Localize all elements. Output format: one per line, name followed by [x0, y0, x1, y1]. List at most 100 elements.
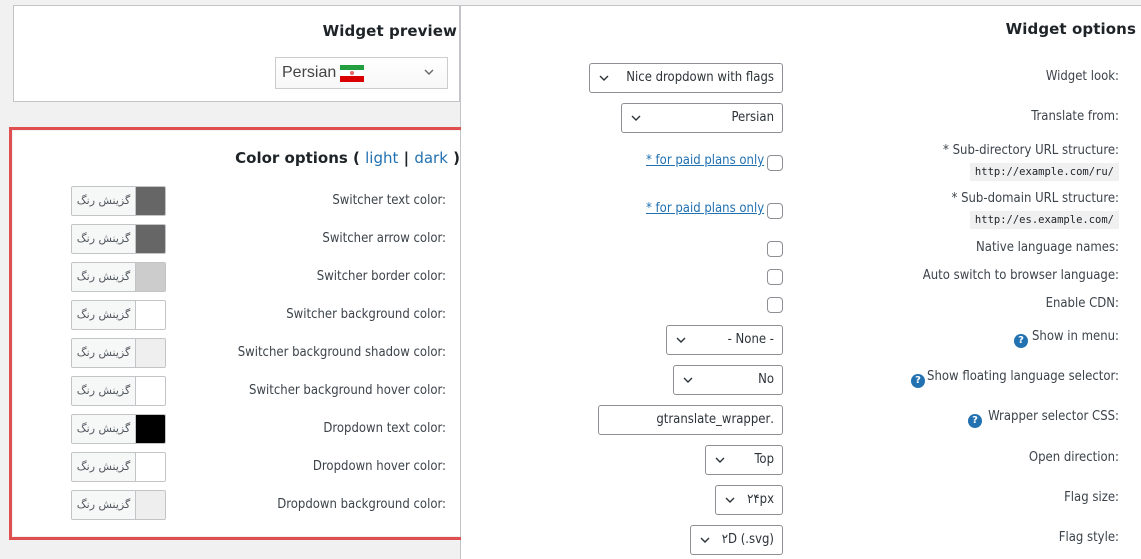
- color-option-row: گزینش رنگ Switcher text color:: [13, 186, 460, 216]
- chevron-down-icon: [724, 494, 736, 506]
- flag-style-label: Flag style:: [1058, 530, 1119, 545]
- iran-flag-icon: [340, 64, 365, 82]
- help-icon[interactable]: ?: [911, 374, 925, 388]
- flag-style-value: ۲D (.svg): [721, 532, 774, 547]
- color-option-label: Switcher arrow color:: [322, 231, 446, 246]
- floating-selector-select[interactable]: No: [673, 365, 783, 395]
- native-names-label: Native language names:: [976, 240, 1119, 255]
- flag-size-label: Flag size:: [1064, 490, 1119, 505]
- color-picker-label: گزینش رنگ: [76, 498, 131, 511]
- color-option-row: گزینش رنگ Switcher background shadow colo…: [13, 338, 460, 368]
- color-option-row: گزینش رنگ Switcher background hover color…: [13, 376, 460, 406]
- color-picker-label: گزینش رنگ: [76, 194, 131, 207]
- wrapper-css-input[interactable]: .gtranslate_wrapper: [598, 405, 783, 435]
- color-swatch: [135, 377, 165, 405]
- color-option-label: Switcher background shadow color:: [237, 345, 446, 360]
- color-option-row: گزینش رنگ Switcher arrow color:: [13, 224, 460, 254]
- color-swatch: [135, 263, 165, 291]
- color-swatch: [135, 339, 165, 367]
- translate-from-value: Persian: [731, 110, 774, 125]
- color-option-label: Switcher background hover color:: [249, 383, 446, 398]
- chevron-down-icon: [630, 112, 642, 124]
- flag-style-select[interactable]: ۲D (.svg): [690, 525, 783, 555]
- widget-options-panel: Widget options Widget look: Nice dropdow…: [461, 5, 1141, 559]
- chevron-down-icon: [423, 66, 435, 78]
- color-picker-button[interactable]: گزینش رنگ: [71, 338, 166, 368]
- preview-language-dropdown[interactable]: Persian: [275, 57, 448, 89]
- color-swatch: [135, 453, 165, 481]
- help-icon[interactable]: ?: [1014, 334, 1028, 348]
- color-picker-button[interactable]: گزینش رنگ: [71, 300, 166, 330]
- widget-look-select[interactable]: Nice dropdown with flags: [589, 63, 783, 93]
- preview-language-label: Persian: [282, 64, 337, 81]
- floating-selector-value: No: [758, 372, 774, 387]
- color-picker-label: گزینش رنگ: [76, 270, 131, 283]
- sub-domain-checkbox[interactable]: [767, 203, 783, 219]
- sub-domain-paid-link[interactable]: * for paid plans only: [646, 201, 764, 216]
- chevron-down-icon: [675, 334, 687, 346]
- color-option-label: Dropdown text color:: [323, 421, 446, 436]
- auto-switch-label: Auto switch to browser language:: [922, 268, 1119, 283]
- open-direction-select[interactable]: Top: [705, 445, 783, 475]
- sub-domain-label: * Sub-domain URL structure:: [951, 191, 1119, 206]
- color-picker-label: گزینش رنگ: [76, 232, 131, 245]
- color-option-label: Dropdown background color:: [277, 497, 446, 512]
- color-option-label: Dropdown hover color:: [312, 459, 446, 474]
- enable-cdn-checkbox[interactable]: [767, 297, 783, 313]
- open-direction-value: Top: [754, 452, 774, 467]
- color-option-label: Switcher border color:: [316, 269, 446, 284]
- theme-separator: |: [403, 149, 410, 167]
- translate-from-select[interactable]: Persian: [621, 103, 783, 133]
- chevron-down-icon: [682, 374, 694, 386]
- show-in-menu-select[interactable]: - None -: [666, 325, 783, 355]
- flag-size-select[interactable]: ۲۴px: [715, 485, 783, 515]
- floating-selector-label: Show floating language selector:: [927, 369, 1119, 384]
- light-theme-link[interactable]: light: [365, 149, 398, 167]
- auto-switch-checkbox[interactable]: [767, 269, 783, 285]
- color-option-row: گزینش رنگ Dropdown background color:: [13, 490, 460, 520]
- widget-look-label: Widget look:: [1045, 69, 1119, 84]
- color-picker-label: گزینش رنگ: [76, 384, 131, 397]
- show-in-menu-value: - None -: [727, 332, 774, 347]
- color-picker-label: گزینش رنگ: [76, 308, 131, 321]
- color-swatch: [135, 225, 165, 253]
- color-picker-button[interactable]: گزینش رنگ: [71, 376, 166, 406]
- sub-directory-paid-link[interactable]: * for paid plans only: [646, 153, 764, 168]
- sub-directory-example: http://example.com/ru/: [969, 163, 1119, 181]
- widget-preview-panel: Widget preview Persian: [13, 5, 460, 102]
- translate-from-label: Translate from:: [1031, 109, 1119, 124]
- color-options-panel: Color options ( light | dark ) گزینش رنگ…: [13, 131, 460, 536]
- help-icon[interactable]: ?: [968, 414, 982, 428]
- flag-size-value: ۲۴px: [747, 492, 774, 507]
- color-options-title: Color options ( light | dark ): [235, 149, 460, 167]
- enable-cdn-label: Enable CDN:: [1045, 296, 1119, 311]
- dark-theme-link[interactable]: dark: [414, 149, 448, 167]
- color-swatch: [135, 187, 165, 215]
- color-picker-button[interactable]: گزینش رنگ: [71, 414, 166, 444]
- wrapper-css-value: .gtranslate_wrapper: [656, 412, 774, 427]
- color-picker-button[interactable]: گزینش رنگ: [71, 452, 166, 482]
- color-option-row: گزینش رنگ Dropdown hover color:: [13, 452, 460, 482]
- color-picker-button[interactable]: گزینش رنگ: [71, 262, 166, 292]
- color-option-row: گزینش رنگ Dropdown text color:: [13, 414, 460, 444]
- native-names-checkbox[interactable]: [767, 241, 783, 257]
- color-picker-label: گزینش رنگ: [76, 460, 131, 473]
- widget-options-title: Widget options: [1005, 20, 1136, 38]
- close-paren: ): [453, 149, 460, 167]
- color-picker-button[interactable]: گزینش رنگ: [71, 490, 166, 520]
- chevron-down-icon: [598, 72, 610, 84]
- wrapper-css-label: Wrapper selector CSS:: [988, 409, 1119, 424]
- sub-directory-label: * Sub-directory URL structure:: [943, 143, 1119, 158]
- color-option-label: Switcher text color:: [332, 193, 446, 208]
- color-picker-button[interactable]: گزینش رنگ: [71, 186, 166, 216]
- color-option-row: گزینش رنگ Switcher border color:: [13, 262, 460, 292]
- show-in-menu-label: Show in menu:: [1031, 329, 1119, 344]
- chevron-down-icon: [714, 454, 726, 466]
- color-options-heading: Color options (: [235, 149, 360, 167]
- color-swatch: [135, 491, 165, 519]
- sub-domain-example: http://es.example.com/: [969, 211, 1119, 229]
- color-picker-label: گزینش رنگ: [76, 346, 131, 359]
- sub-directory-checkbox[interactable]: [767, 155, 783, 171]
- color-picker-label: گزینش رنگ: [76, 422, 131, 435]
- color-picker-button[interactable]: گزینش رنگ: [71, 224, 166, 254]
